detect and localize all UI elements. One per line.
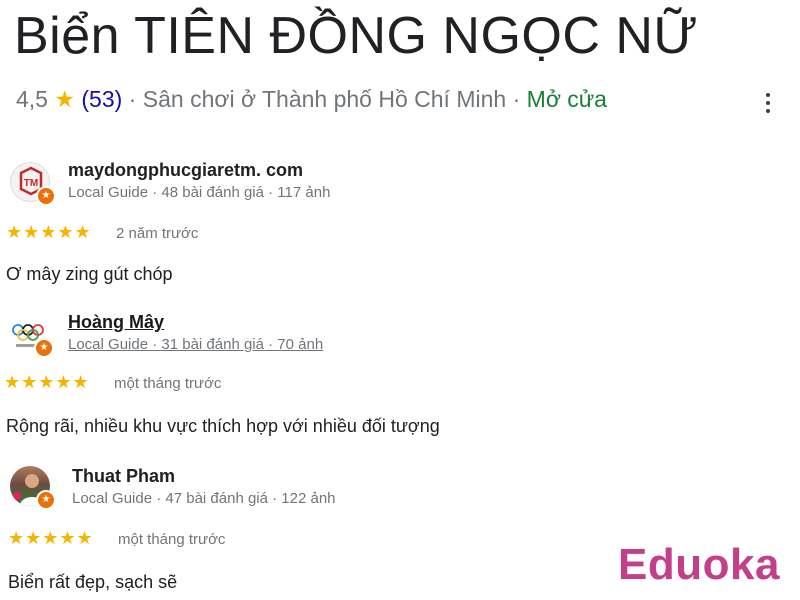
more-vert-icon[interactable] [758, 88, 778, 118]
reviewer-meta: Local Guide · 48 bài đánh giá · 117 ảnh [68, 184, 331, 201]
local-guide-star-icon: ★ [34, 338, 54, 358]
local-guide-star-icon: ★ [36, 186, 56, 206]
review-time: một tháng trước [118, 531, 226, 548]
reviewer-meta: Local Guide · 47 bài đánh giá · 122 ảnh [72, 490, 336, 507]
eduoka-watermark-logo: Eduoka [618, 540, 780, 589]
review-time: một tháng trước [114, 375, 222, 392]
review-text: Rộng rãi, nhiều khu vực thích hợp với nh… [6, 416, 440, 436]
review-text: Biển rất đẹp, sạch sẽ [8, 572, 178, 592]
review-text: Ơ mây zing gút chóp [6, 264, 173, 284]
review-time: 2 năm trước [116, 225, 199, 242]
user-photo-avatar[interactable]: ★ [10, 466, 56, 510]
open-status: Mở cửa [526, 86, 607, 112]
svg-text:TM: TM [24, 178, 38, 189]
place-category: Sân chơi ở Thành phố Hồ Chí Minh [142, 86, 507, 112]
place-subtitle: 4,5 ★ (53) · Sân chơi ở Thành phố Hồ Chí… [16, 86, 607, 113]
place-rating: 4,5 [16, 86, 48, 112]
separator: · [122, 86, 143, 112]
reviewer-name[interactable]: Hoàng Mây [68, 312, 164, 333]
review-count-link[interactable]: (53) [81, 86, 122, 112]
local-guide-star-icon: ★ [36, 490, 56, 510]
tm-logo-avatar[interactable]: TM ★ [10, 162, 56, 206]
reviewer-name[interactable]: maydongphucgiaretm. com [68, 160, 303, 181]
separator: · [506, 86, 527, 112]
olympic-rings-avatar[interactable]: ★ [8, 314, 54, 358]
review-stars: ★★★★★ [4, 372, 90, 392]
rating-star-icon: ★ [54, 86, 75, 112]
reviewer-name[interactable]: Thuat Pham [72, 466, 175, 487]
review-stars: ★★★★★ [6, 222, 92, 242]
place-title: Biển TIÊN ĐỒNG NGỌC NỮ [14, 7, 699, 65]
reviewer-meta[interactable]: Local Guide · 31 bài đánh giá · 70 ảnh [68, 336, 323, 353]
review-stars: ★★★★★ [8, 528, 94, 548]
